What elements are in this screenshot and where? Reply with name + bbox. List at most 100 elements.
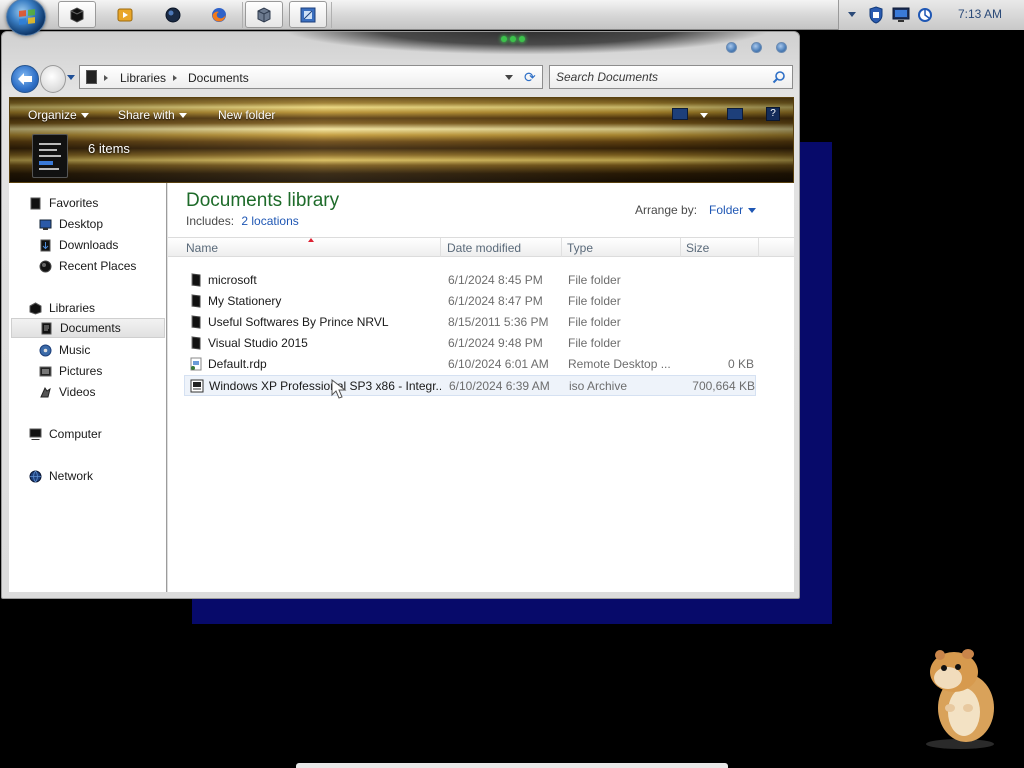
nav-network[interactable]: Network [29,466,93,486]
search-input[interactable] [556,69,756,85]
file-row[interactable]: My Stationery 6/1/2024 8:47 PM File fold… [184,291,756,312]
monitor-icon[interactable] [892,7,910,23]
recent-places-icon [39,260,52,272]
sort-indicator-icon [308,238,314,242]
taskbar: 7:13 AM [0,0,1024,36]
minimize-button[interactable] [726,42,737,53]
nav-music[interactable]: Music [39,340,90,360]
nav-computer-label: Computer [49,427,102,441]
file-name: Useful Softwares By Prince NRVL [208,315,389,329]
show-hidden-icons-icon[interactable] [847,11,857,19]
nav-computer[interactable]: Computer [29,424,102,444]
back-arrow-icon [18,73,32,85]
libraries-icon [29,301,42,315]
includes-locations-link[interactable]: 2 locations [241,214,298,228]
shield-icon[interactable] [868,6,884,24]
search-box[interactable] [549,65,793,89]
organize-menu[interactable]: Organize [28,108,89,122]
share-with-menu[interactable]: Share with [118,108,187,122]
column-type[interactable]: Type [567,241,593,255]
nav-libraries-label: Libraries [49,301,96,315]
nav-favorites[interactable]: Favorites [29,193,98,213]
breadcrumb-libraries[interactable]: Libraries [120,71,166,85]
file-name: Visual Studio 2015 [208,336,308,350]
folder-icon [191,294,201,308]
file-row[interactable]: Useful Softwares By Prince NRVL 8/15/201… [184,312,756,333]
taskbar-button-media-player[interactable] [106,1,144,28]
file-type: Remote Desktop ... [568,357,671,371]
close-button[interactable] [776,42,787,53]
file-row[interactable]: Visual Studio 2015 6/1/2024 9:48 PM File… [184,333,756,354]
column-size[interactable]: Size [686,241,709,255]
nav-documents[interactable]: Documents [11,318,165,338]
nav-recent-places[interactable]: Recent Places [39,256,136,276]
taskbar-button-orb[interactable] [154,1,192,28]
nav-recent-places-label: Recent Places [59,259,137,273]
back-button[interactable] [11,65,39,93]
file-size: 0 KB [727,357,754,371]
bottom-dock-edge [296,763,728,768]
clock[interactable]: 7:13 AM [945,7,1015,21]
chevron-down-icon [748,207,757,213]
file-date: 6/1/2024 8:45 PM [448,273,543,287]
file-row[interactable]: microsoft 6/1/2024 8:45 PM File folder [184,270,756,291]
help-button[interactable]: ? [766,107,780,121]
titlebar-lights [498,36,528,44]
iso-file-icon [190,379,204,393]
nav-downloads-label: Downloads [59,238,119,252]
forward-button[interactable] [40,65,66,93]
file-type: File folder [568,294,621,308]
file-name: Default.rdp [208,357,267,371]
nav-pictures[interactable]: Pictures [39,361,102,381]
nav-desktop[interactable]: Desktop [39,214,103,234]
videos-icon [40,386,51,397]
mouse-pointer-icon [331,378,347,399]
network-icon[interactable] [917,6,933,24]
preview-pane-button[interactable] [727,108,743,120]
breadcrumb-separator[interactable] [104,75,108,81]
file-list-pane: Documents library Includes: 2 locations … [168,183,794,592]
taskbar-button-window-switch[interactable] [289,1,327,28]
folder-icon [191,336,201,350]
taskbar-button-firefox[interactable] [200,1,238,28]
recent-pages-dropdown[interactable] [67,75,75,80]
column-name[interactable]: Name [186,241,218,255]
new-folder-button[interactable]: New folder [218,108,275,122]
network-icon [29,470,42,482]
media-player-icon [117,8,133,21]
breadcrumb-separator[interactable] [173,75,177,81]
arrange-by-value: Folder [709,203,744,217]
file-type: File folder [568,273,621,287]
address-bar[interactable]: Libraries Documents ⟳ [79,65,543,89]
library-includes: Includes: 2 locations [186,214,299,228]
address-history-dropdown[interactable] [505,75,513,80]
arrange-by-dropdown[interactable]: Folder [709,203,757,217]
file-row[interactable]: Default.rdp 6/10/2024 6:01 AM Remote Des… [184,354,756,375]
share-with-label: Share with [118,108,175,122]
breadcrumb-documents[interactable]: Documents [188,71,249,85]
new-folder-label: New folder [218,108,276,122]
file-date: 8/15/2011 5:36 PM [448,315,549,329]
refresh-icon[interactable]: ⟳ [524,69,536,86]
file-row[interactable]: Windows XP Professional SP3 x86 - Integr… [184,375,756,396]
nav-downloads[interactable]: Downloads [39,235,118,255]
search-icon[interactable] [772,70,786,84]
taskbar-button-explorer[interactable] [58,1,96,28]
item-count: 6 items [88,141,130,156]
rdp-file-icon [190,357,202,371]
nav-libraries[interactable]: Libraries [29,298,95,318]
column-date-modified[interactable]: Date modified [447,241,521,255]
taskbar-button-virtualbox[interactable] [245,1,283,28]
maximize-button[interactable] [751,42,762,53]
change-view-button[interactable] [672,108,688,120]
nav-pictures-label: Pictures [59,364,103,378]
explorer-window: Libraries Documents ⟳ Organize Share wit… [1,31,800,599]
nav-videos[interactable]: Videos [39,382,95,402]
folder-icon [191,315,201,329]
library-title: Documents library [186,190,340,211]
command-bar: Organize Share with New folder ? 6 items [9,97,794,183]
arrange-by-label: Arrange by: [635,203,698,217]
file-date: 6/10/2024 6:39 AM [449,379,550,393]
view-options-dropdown[interactable] [700,113,708,118]
nav-documents-label: Documents [60,321,121,335]
